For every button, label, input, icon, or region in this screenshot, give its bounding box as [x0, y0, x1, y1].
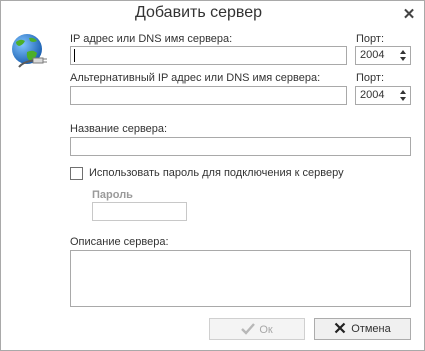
spin-down-icon[interactable]	[400, 97, 406, 101]
alt-port-value: 2004	[360, 89, 385, 101]
spinner-arrows[interactable]	[398, 48, 409, 63]
alt-port-spinner[interactable]: 2004	[355, 86, 411, 105]
server-name-label: Название сервера:	[70, 123, 168, 135]
alt-server-address-label: Альтернативный IP адрес или DNS имя серв…	[70, 72, 321, 84]
spin-up-icon[interactable]	[400, 50, 406, 54]
server-name-input[interactable]	[70, 137, 411, 156]
use-password-checkbox[interactable]	[70, 167, 83, 180]
globe-network-icon	[12, 34, 47, 68]
description-label: Описание сервера:	[70, 236, 169, 248]
port-value: 2004	[360, 49, 385, 61]
password-input[interactable]	[92, 202, 187, 221]
port-spinner[interactable]: 2004	[355, 46, 411, 65]
use-password-label[interactable]: Использовать пароль для подключения к се…	[89, 167, 344, 179]
port-label: Порт:	[356, 33, 384, 45]
description-textarea[interactable]	[70, 250, 411, 307]
alt-server-address-input[interactable]	[70, 86, 347, 105]
ok-button-label: Ок	[259, 324, 273, 336]
spinner-arrows[interactable]	[398, 88, 409, 103]
ok-button[interactable]: Ок	[209, 318, 305, 340]
x-icon	[334, 322, 346, 334]
server-address-label: IP адрес или DNS имя сервера:	[70, 33, 233, 45]
checkmark-icon	[241, 323, 256, 335]
password-label: Пароль	[92, 189, 133, 201]
cancel-button-label: Отмена	[351, 323, 391, 335]
cancel-button[interactable]: Отмена	[314, 318, 411, 340]
add-server-dialog: Добавить сервер ✕ IP адрес или DNS имя с…	[0, 0, 425, 351]
spin-down-icon[interactable]	[400, 57, 406, 61]
text-caret	[74, 49, 75, 62]
alt-port-label: Порт:	[356, 72, 384, 84]
dialog-title: Добавить сервер	[134, 4, 263, 21]
spin-up-icon[interactable]	[400, 90, 406, 94]
server-address-input[interactable]	[70, 46, 347, 65]
close-icon[interactable]: ✕	[399, 6, 419, 24]
